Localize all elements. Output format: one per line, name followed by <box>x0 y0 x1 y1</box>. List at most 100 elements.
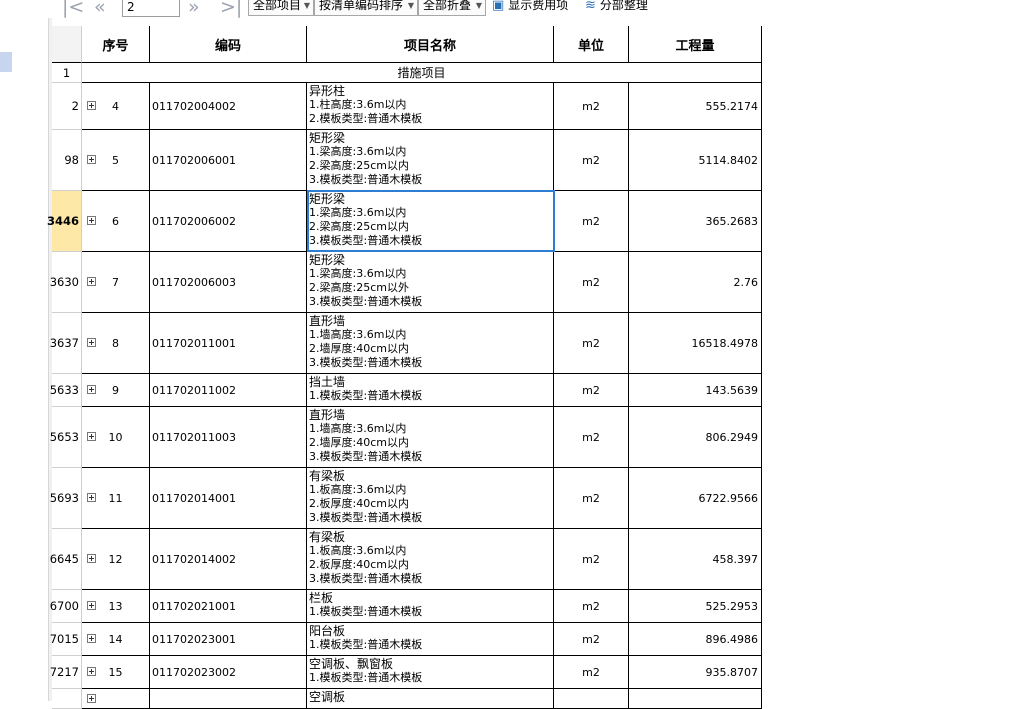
unit-cell[interactable]: m2 <box>554 623 629 656</box>
quantity-cell[interactable]: 896.4986 <box>629 623 762 656</box>
quantity-cell[interactable]: 365.2683 <box>629 191 762 252</box>
seq-cell[interactable]: 13 <box>82 590 150 623</box>
quantity-cell[interactable]: 2.76 <box>629 252 762 313</box>
row-number[interactable]: 6700 <box>50 590 82 623</box>
expand-plus-icon[interactable] <box>87 432 96 441</box>
unit-cell[interactable]: m2 <box>554 252 629 313</box>
seq-cell[interactable]: 7 <box>82 252 150 313</box>
quantity-cell[interactable] <box>629 689 762 709</box>
next-page-icon[interactable]: » <box>188 0 200 18</box>
expand-plus-icon[interactable] <box>87 634 96 643</box>
code-cell[interactable]: 011702011003 <box>150 407 307 468</box>
name-cell[interactable]: 矩形梁 1.梁高度:3.6m以内 2.梁高度:25cm以外 3.模板类型:普通木模板 <box>307 252 554 313</box>
code-cell[interactable]: 011702006001 <box>150 130 307 191</box>
seq-cell[interactable] <box>82 689 150 709</box>
unit-cell[interactable]: m2 <box>554 590 629 623</box>
table-row[interactable]: 7217 15 011702023002 空调板、飘窗板 1.模板类型:普通木模板 m2 9… <box>50 656 762 689</box>
section-row[interactable]: 1 措施项目 <box>52 63 762 83</box>
expand-plus-icon[interactable] <box>87 385 96 394</box>
table-row[interactable]: 5633 9 011702011002 挡土墙 1.模板类型:普通木模板 m2 143.56… <box>50 374 762 407</box>
seq-cell[interactable]: 12 <box>82 529 150 590</box>
expand-plus-icon[interactable] <box>87 667 96 676</box>
table-row[interactable]: 5653 10 011702011003 直形墙 1.墙高度:3.6m以内 2.墙厚度:4… <box>50 407 762 468</box>
name-cell[interactable]: 矩形梁 1.梁高度:3.6m以内 2.梁高度:25cm以内 3.模板类型:普通木模板 <box>307 130 554 191</box>
name-cell[interactable]: 直形墙 1.墙高度:3.6m以内 2.墙厚度:40cm以内 3.模板类型:普通木模板 <box>307 407 554 468</box>
name-cell[interactable]: 直形墙 1.墙高度:3.6m以内 2.墙厚度:40cm以内 3.模板类型:普通木模板 <box>307 313 554 374</box>
unit-cell[interactable]: m2 <box>554 468 629 529</box>
organize-button[interactable]: ≋ 分部整理 <box>585 0 648 14</box>
expand-plus-icon[interactable] <box>87 101 96 110</box>
unit-cell[interactable]: m2 <box>554 374 629 407</box>
seq-cell[interactable]: 9 <box>82 374 150 407</box>
expand-plus-icon[interactable] <box>87 155 96 164</box>
expand-plus-icon[interactable] <box>87 693 96 703</box>
page-number-input[interactable]: 2 <box>122 0 180 17</box>
name-cell[interactable]: 空调板、飘窗板 1.模板类型:普通木模板 <box>307 656 554 689</box>
row-number[interactable] <box>52 689 82 709</box>
col-header-code[interactable]: 编码 <box>150 26 307 63</box>
seq-cell[interactable]: 14 <box>82 623 150 656</box>
quantity-cell[interactable]: 16518.4978 <box>629 313 762 374</box>
unit-cell[interactable]: m2 <box>554 407 629 468</box>
table-row[interactable]: 3446 6 011702006002 矩形梁 1.梁高度:3.6m以内 2.梁高度:25… <box>47 191 762 252</box>
expand-plus-icon[interactable] <box>87 554 96 563</box>
table-row[interactable]: 2 4 011702004002 异形柱 1.柱高度:3.6m以内 2.模板类型:普通木模… <box>52 83 762 130</box>
quantity-cell[interactable]: 6722.9566 <box>629 468 762 529</box>
seq-cell[interactable]: 15 <box>82 656 150 689</box>
last-page-icon[interactable]: >| <box>220 0 242 18</box>
table-row[interactable]: 7015 14 011702023001 阳台板 1.模板类型:普通木模板 m2 896.4… <box>50 623 762 656</box>
seq-cell[interactable]: 8 <box>82 313 150 374</box>
section-title[interactable]: 措施项目 <box>82 63 762 83</box>
table-row[interactable]: 98 5 011702006001 矩形梁 1.梁高度:3.6m以内 2.梁高度:25cm… <box>52 130 762 191</box>
previous-page-icon[interactable]: « <box>94 0 106 18</box>
unit-cell[interactable]: m2 <box>554 83 629 130</box>
quantity-cell[interactable]: 806.2949 <box>629 407 762 468</box>
unit-cell[interactable]: m2 <box>554 529 629 590</box>
sort-dropdown[interactable]: 按清单编码排序 ▼ <box>314 0 418 16</box>
table-row[interactable]: 空调板 <box>52 689 762 709</box>
first-page-icon[interactable]: |< <box>62 0 84 18</box>
expand-plus-icon[interactable] <box>87 277 96 286</box>
table-row[interactable]: 3637 8 011702011001 直形墙 1.墙高度:3.6m以内 2.墙厚度:40… <box>50 313 762 374</box>
code-cell[interactable]: 011702004002 <box>150 83 307 130</box>
row-number[interactable]: 5633 <box>50 374 82 407</box>
seq-cell[interactable]: 10 <box>82 407 150 468</box>
fold-dropdown[interactable]: 全部折叠 ▼ <box>418 0 486 16</box>
row-number[interactable]: 6645 <box>50 529 82 590</box>
name-cell[interactable]: 矩形梁 1.梁高度:3.6m以内 2.梁高度:25cm以内 3.模板类型:普通木模板 <box>307 191 554 252</box>
code-cell[interactable]: 011702014001 <box>150 468 307 529</box>
table-row[interactable]: 6645 12 011702014002 有梁板 1.板高度:3.6m以内 2.板厚度:4… <box>50 529 762 590</box>
code-cell[interactable]: 011702023001 <box>150 623 307 656</box>
col-header-seq[interactable]: 序号 <box>82 26 150 63</box>
seq-cell[interactable]: 6 <box>82 191 150 252</box>
quantity-cell[interactable]: 143.5639 <box>629 374 762 407</box>
quantity-cell[interactable]: 525.2953 <box>629 590 762 623</box>
row-number[interactable]: 2 <box>52 83 82 130</box>
code-cell[interactable]: 011702006002 <box>150 191 307 252</box>
code-cell[interactable]: 011702006003 <box>150 252 307 313</box>
left-panel-selection[interactable] <box>0 52 12 72</box>
row-number[interactable]: 3446 <box>47 191 82 252</box>
row-number[interactable]: 3637 <box>50 313 82 374</box>
row-number[interactable]: 5693 <box>50 468 82 529</box>
expand-plus-icon[interactable] <box>87 493 96 502</box>
name-cell[interactable]: 阳台板 1.模板类型:普通木模板 <box>307 623 554 656</box>
col-header-unit[interactable]: 单位 <box>554 26 629 63</box>
row-number[interactable]: 98 <box>52 130 82 191</box>
row-number[interactable]: 3630 <box>50 252 82 313</box>
code-cell[interactable]: 011702021001 <box>150 590 307 623</box>
table-row[interactable]: 6700 13 011702021001 栏板 1.模板类型:普通木模板 m2 525.29… <box>50 590 762 623</box>
code-cell[interactable]: 011702011002 <box>150 374 307 407</box>
quantity-cell[interactable]: 458.397 <box>629 529 762 590</box>
quantity-cell[interactable]: 5114.8402 <box>629 130 762 191</box>
code-cell[interactable]: 011702014002 <box>150 529 307 590</box>
expand-plus-icon[interactable] <box>87 216 96 225</box>
quantity-cell[interactable]: 555.2174 <box>629 83 762 130</box>
row-number[interactable]: 1 <box>52 63 82 83</box>
name-cell[interactable]: 异形柱 1.柱高度:3.6m以内 2.模板类型:普通木模板 <box>307 83 554 130</box>
table-row[interactable]: 5693 11 011702014001 有梁板 1.板高度:3.6m以内 2.板厚度:4… <box>50 468 762 529</box>
row-number[interactable]: 7015 <box>50 623 82 656</box>
table-row[interactable]: 3630 7 011702006003 矩形梁 1.梁高度:3.6m以内 2.梁高度:25… <box>50 252 762 313</box>
unit-cell[interactable]: m2 <box>554 656 629 689</box>
code-cell[interactable]: 011702011001 <box>150 313 307 374</box>
